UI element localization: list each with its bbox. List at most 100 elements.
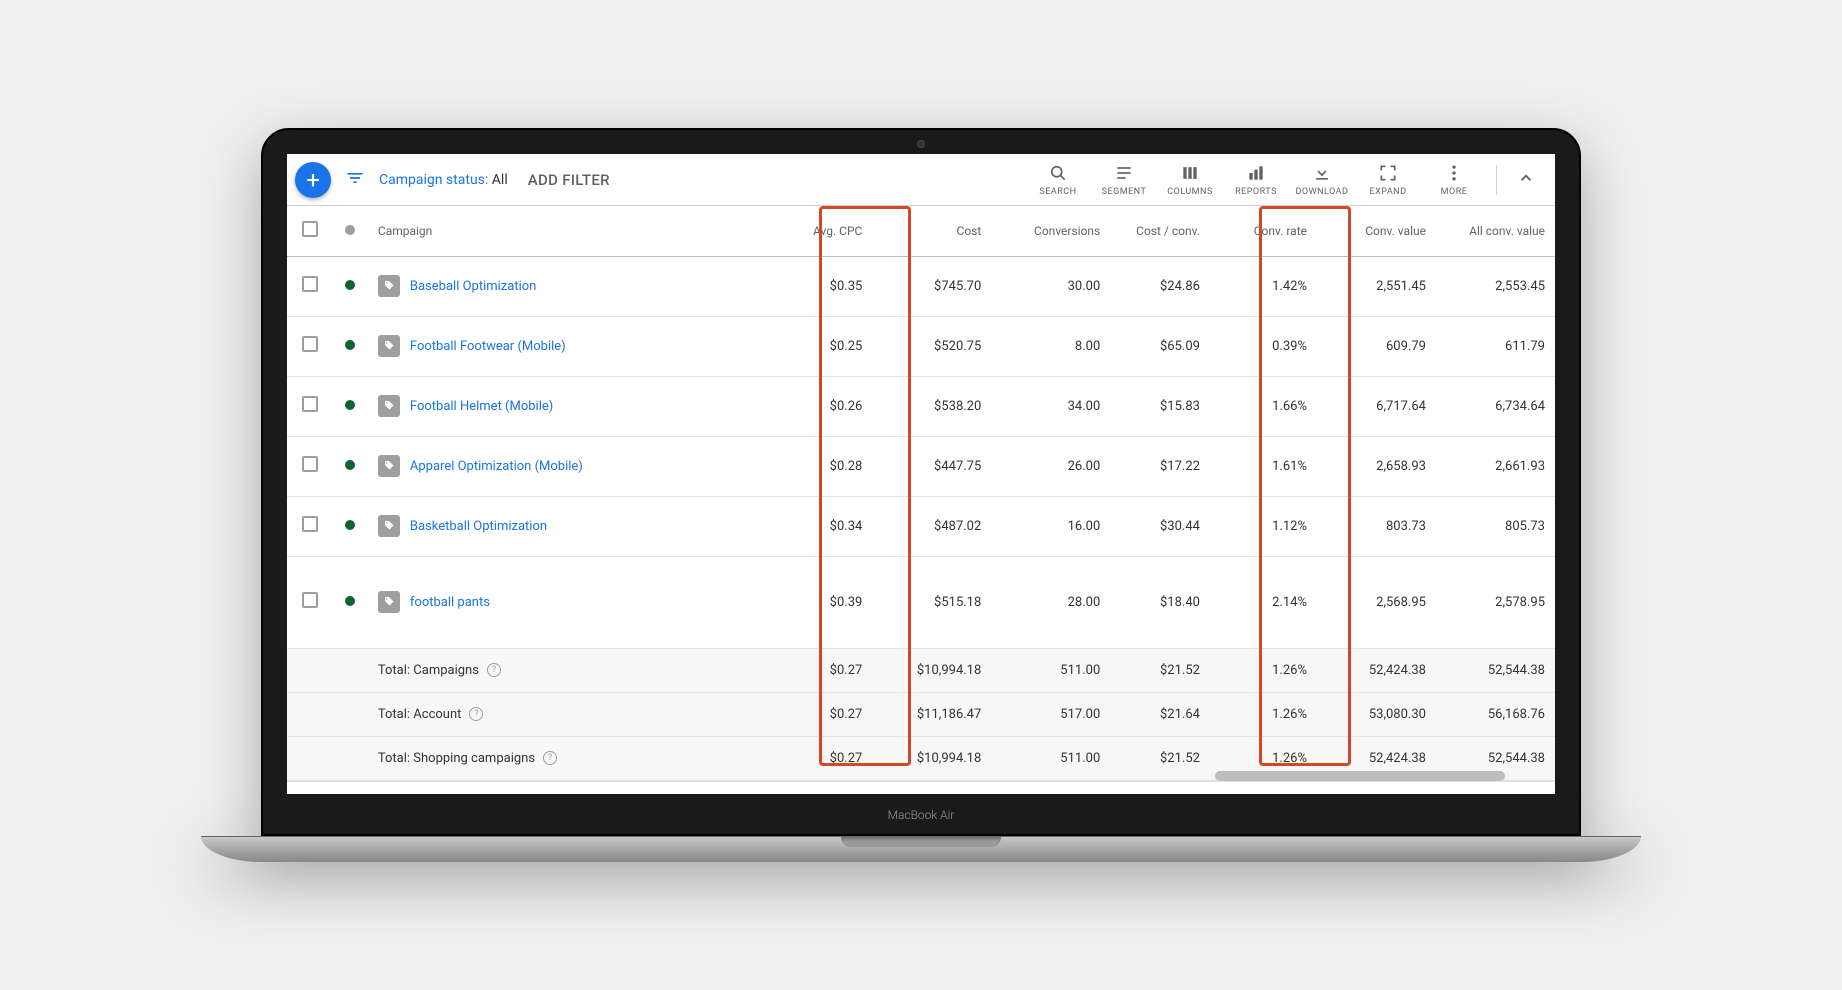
status-enabled-icon[interactable]	[345, 340, 355, 350]
campaign-link[interactable]: Apparel Optimization (Mobile)	[378, 455, 763, 477]
app-screen: + Campaign status: All ADD FILTER SEARCH	[287, 154, 1555, 794]
col-conv-rate[interactable]: Conv. rate	[1210, 206, 1317, 256]
row-checkbox[interactable]	[302, 276, 318, 292]
col-conversions[interactable]: Conversions	[991, 206, 1110, 256]
last-page-button[interactable]	[1507, 792, 1535, 795]
cell-conversions: 30.00	[991, 256, 1110, 316]
device-label: MacBook Air	[888, 808, 955, 822]
col-campaign[interactable]: Campaign	[368, 206, 773, 256]
download-button[interactable]: DOWNLOAD	[1294, 162, 1350, 197]
cell-conv-value: 6,717.64	[1317, 376, 1436, 436]
status-enabled-icon[interactable]	[345, 400, 355, 410]
cell-cost-conv: $17.22	[1110, 436, 1210, 496]
help-icon[interactable]: ?	[469, 707, 483, 721]
search-button[interactable]: SEARCH	[1030, 162, 1086, 197]
summary-label: Total: Campaigns ?	[378, 663, 763, 678]
cell-cost-conv: $30.44	[1110, 496, 1210, 556]
status-enabled-icon[interactable]	[345, 460, 355, 470]
help-icon[interactable]: ?	[487, 663, 501, 677]
cell-cost: $520.75	[872, 316, 991, 376]
tag-icon	[378, 395, 400, 417]
campaign-status-label[interactable]: Campaign status: All	[379, 172, 508, 188]
status-header-icon[interactable]	[345, 225, 355, 235]
campaign-name: Baseball Optimization	[410, 279, 536, 294]
next-page-button[interactable]	[1461, 792, 1489, 795]
campaign-name: Apparel Optimization (Mobile)	[410, 459, 583, 474]
prev-page-button[interactable]	[1415, 792, 1443, 795]
col-cost[interactable]: Cost	[872, 206, 991, 256]
status-enabled-icon[interactable]	[345, 520, 355, 530]
status-enabled-icon[interactable]	[345, 280, 355, 290]
col-avg-cpc[interactable]: Avg. CPC	[772, 206, 872, 256]
tag-icon	[378, 591, 400, 613]
download-icon	[1311, 162, 1333, 184]
cell-conv-rate: 1.12%	[1210, 496, 1317, 556]
campaign-table-wrapper: Campaign Avg. CPC Cost Conversions Cost …	[287, 206, 1555, 781]
cell-conversions: 16.00	[991, 496, 1110, 556]
cell-conv-rate: 2.14%	[1210, 556, 1317, 648]
cell-cost: $538.20	[872, 376, 991, 436]
cell-cost: $487.02	[872, 496, 991, 556]
add-button[interactable]: +	[295, 162, 331, 198]
collapse-button[interactable]	[1511, 163, 1541, 197]
add-filter-button[interactable]: ADD FILTER	[528, 171, 610, 189]
cell-all-conv-value: 2,661.93	[1436, 436, 1555, 496]
reports-button[interactable]: REPORTS	[1228, 162, 1284, 197]
help-icon[interactable]: ?	[543, 751, 557, 765]
table-row: Apparel Optimization (Mobile)$0.28$447.7…	[287, 436, 1555, 496]
expand-icon	[1377, 162, 1399, 184]
cell-conversions: 8.00	[991, 316, 1110, 376]
row-checkbox[interactable]	[302, 396, 318, 412]
cell-avg-cpc: $0.39	[772, 556, 872, 648]
campaign-link[interactable]: Baseball Optimization	[378, 275, 763, 297]
first-page-button[interactable]	[1369, 792, 1397, 795]
reports-icon	[1245, 162, 1267, 184]
table-row: Football Footwear (Mobile)$0.25$520.758.…	[287, 316, 1555, 376]
cell-avg-cpc: $0.26	[772, 376, 872, 436]
cell-conv-value: 2,568.95	[1317, 556, 1436, 648]
select-all-checkbox[interactable]	[302, 221, 318, 237]
cell-avg-cpc: $0.35	[772, 256, 872, 316]
cell-conv-value: 803.73	[1317, 496, 1436, 556]
col-conv-value[interactable]: Conv. value	[1317, 206, 1436, 256]
campaign-link[interactable]: Basketball Optimization	[378, 515, 763, 537]
table-row: Basketball Optimization$0.34$487.0216.00…	[287, 496, 1555, 556]
campaign-link[interactable]: football pants	[378, 591, 763, 613]
col-all-conv-value[interactable]: All conv. value	[1436, 206, 1555, 256]
summary-row: Total: Campaigns ?$0.27$10,994.18511.00$…	[287, 648, 1555, 692]
status-enabled-icon[interactable]	[345, 596, 355, 606]
campaign-name: football pants	[410, 595, 490, 610]
table-row: football pants$0.39$515.1828.00$18.402.1…	[287, 556, 1555, 648]
campaign-link[interactable]: Football Helmet (Mobile)	[378, 395, 763, 417]
cell-conv-rate: 1.42%	[1210, 256, 1317, 316]
col-cost-conv[interactable]: Cost / conv.	[1110, 206, 1210, 256]
cell-all-conv-value: 2,553.45	[1436, 256, 1555, 316]
cell-conv-value: 2,658.93	[1317, 436, 1436, 496]
horizontal-scrollbar[interactable]	[1215, 771, 1505, 781]
filter-icon[interactable]	[341, 164, 369, 196]
columns-icon	[1179, 162, 1201, 184]
expand-button[interactable]: EXPAND	[1360, 162, 1416, 197]
row-checkbox[interactable]	[302, 516, 318, 532]
cell-cost-conv: $65.09	[1110, 316, 1210, 376]
laptop-base	[201, 836, 1641, 862]
cell-conversions: 34.00	[991, 376, 1110, 436]
columns-button[interactable]: COLUMNS	[1162, 162, 1218, 197]
more-icon	[1443, 162, 1465, 184]
row-checkbox[interactable]	[302, 456, 318, 472]
cell-cost-conv: $24.86	[1110, 256, 1210, 316]
cell-conv-rate: 1.61%	[1210, 436, 1317, 496]
cell-conversions: 26.00	[991, 436, 1110, 496]
cell-conv-rate: 0.39%	[1210, 316, 1317, 376]
summary-row: Total: Account ?$0.27$11,186.47517.00$21…	[287, 692, 1555, 736]
tag-icon	[378, 335, 400, 357]
segment-button[interactable]: SEGMENT	[1096, 162, 1152, 197]
cell-cost: $447.75	[872, 436, 991, 496]
row-checkbox[interactable]	[302, 336, 318, 352]
cell-cost: $515.18	[872, 556, 991, 648]
campaign-link[interactable]: Football Footwear (Mobile)	[378, 335, 763, 357]
row-checkbox[interactable]	[302, 592, 318, 608]
more-button[interactable]: MORE	[1426, 162, 1482, 197]
segment-icon	[1113, 162, 1135, 184]
laptop-notch	[841, 837, 1001, 847]
